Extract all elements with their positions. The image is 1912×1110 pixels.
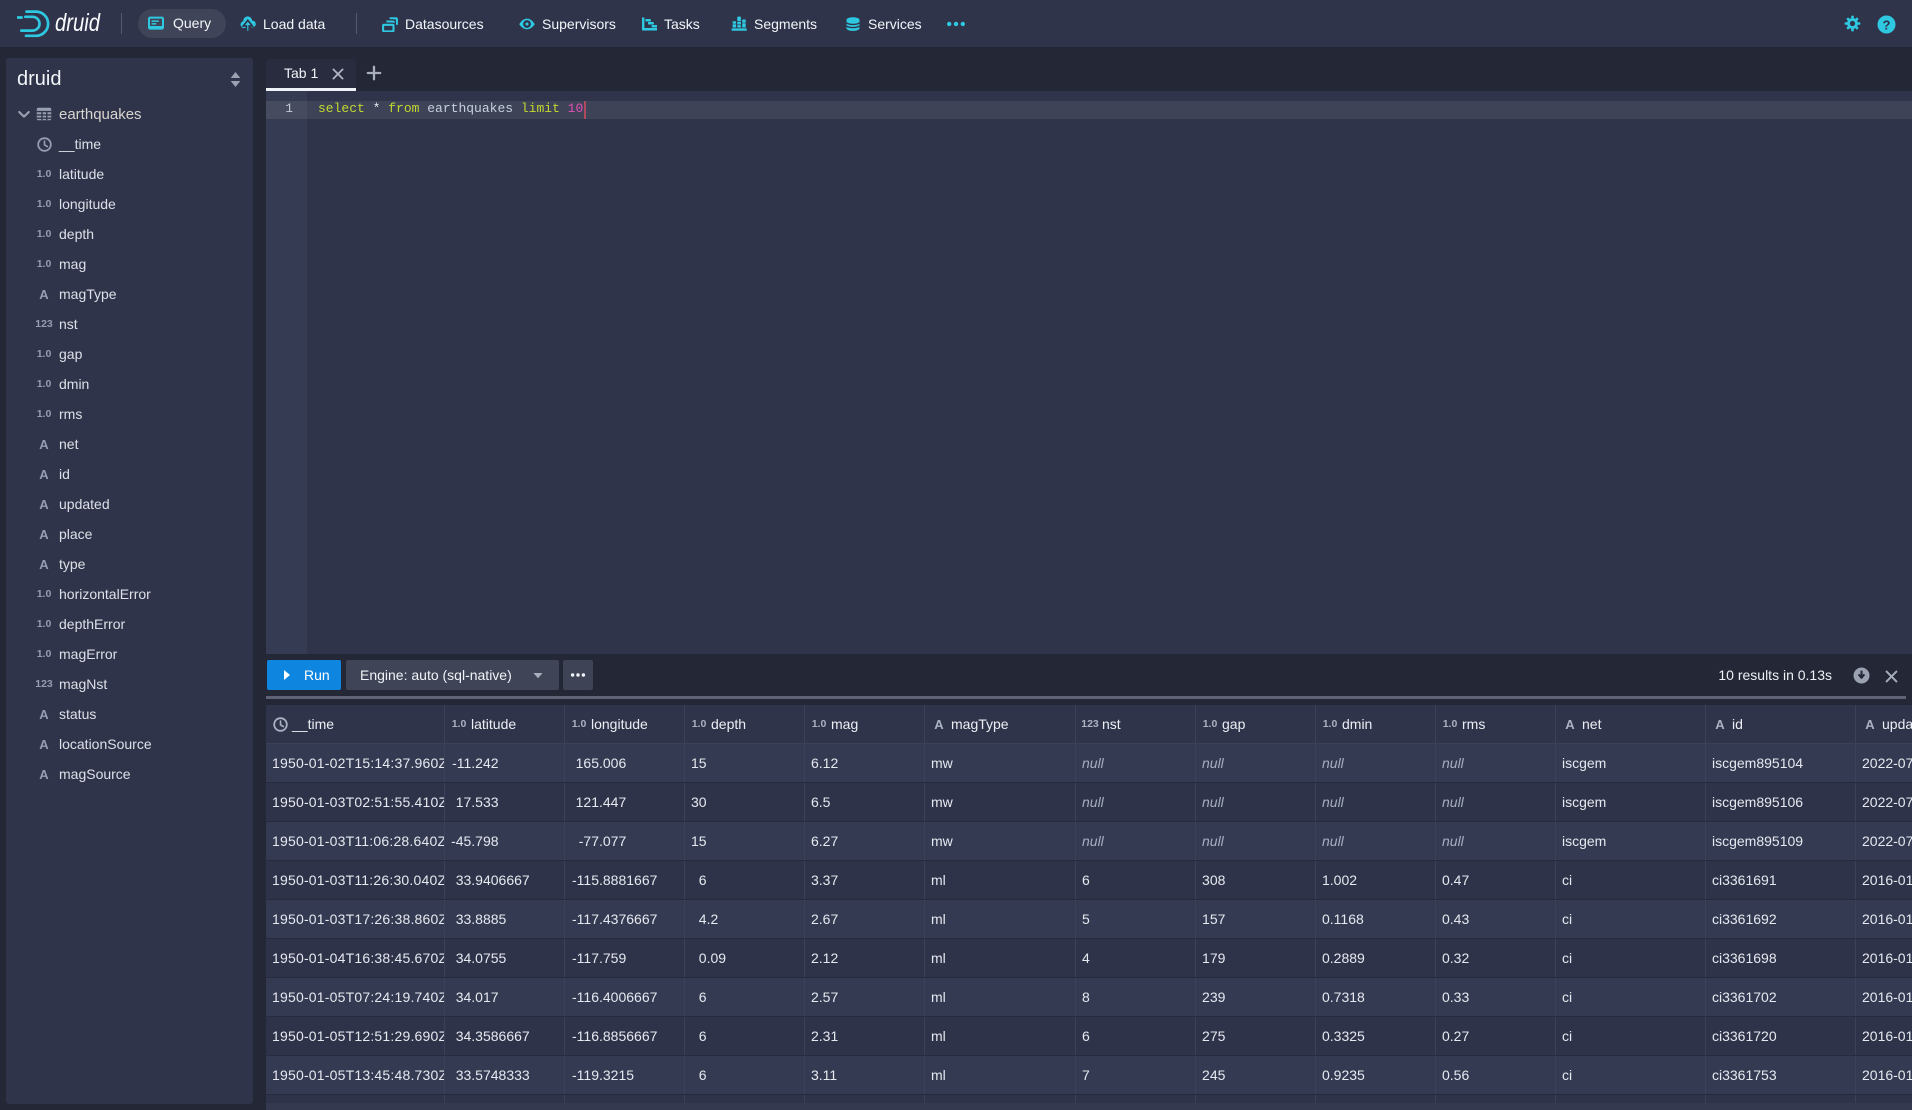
svg-text:?: ? (1883, 17, 1891, 32)
